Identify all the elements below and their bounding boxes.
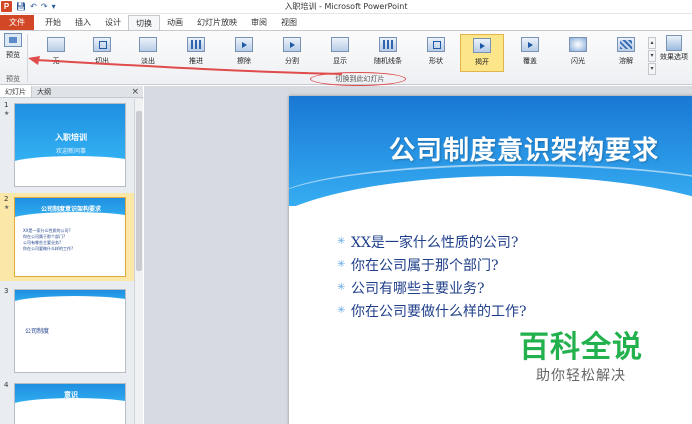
transition-shape[interactable]: 形状: [416, 34, 456, 72]
slide-thumb-2[interactable]: 2 ★ 公司制度意识架构要求 XX是一家什么性质的公司? 你在公司属于那个部门?…: [0, 193, 134, 281]
scrollbar-thumb[interactable]: [136, 111, 142, 271]
gallery-up-icon[interactable]: ▴: [648, 37, 656, 49]
ribbon-tabs: 文件 开始 插入 设计 切换 动画 幻灯片放映 审阅 视图: [0, 14, 692, 30]
watermark: 百科全说 助你轻松解决: [516, 330, 646, 386]
transition-star-icon: ★: [4, 110, 10, 117]
title-bar: P 💾︎ ↶ ↷ ▾ 入职培训 - Microsoft PowerPoint: [0, 0, 692, 14]
transition-thumb-icon: [617, 37, 635, 52]
transition-thumb-icon: [569, 37, 587, 52]
transition-thumb-icon: [187, 37, 205, 52]
slide-thumb-image: 入职培训 欢迎新同事: [14, 103, 126, 187]
tab-design[interactable]: 设计: [98, 15, 128, 30]
bullet-item: ✳ 你在公司属于那个部门?: [337, 257, 499, 274]
slides-pane: 幻灯片 大纲 × 1 ★ 入职培训 欢迎新同事 2 ★ 公司制度意识架构要求 X…: [0, 86, 143, 424]
tab-animations[interactable]: 动画: [160, 15, 190, 30]
tab-home[interactable]: 开始: [38, 15, 68, 30]
preview-button[interactable]: 预览: [2, 33, 24, 71]
bullet-item: ✳ 公司有哪些主要业务?: [337, 280, 485, 297]
tab-outline[interactable]: 大纲: [32, 86, 56, 97]
watermark-sub: 助你轻松解决: [536, 368, 626, 384]
bullet-star-icon: ✳: [337, 305, 346, 316]
transition-uncover[interactable]: 揭开: [460, 34, 504, 72]
transition-thumb-icon: [521, 37, 539, 52]
slide-thumb-4[interactable]: 4 意识: [0, 379, 134, 424]
watermark-main: 百科全说: [519, 330, 643, 365]
transition-thumb-icon: [235, 37, 253, 52]
tab-review[interactable]: 审阅: [244, 15, 274, 30]
transition-flash[interactable]: 闪光: [558, 34, 598, 72]
slide-thumb-image: 意识: [14, 383, 126, 424]
pane-tabs: 幻灯片 大纲 ×: [0, 86, 143, 98]
tab-insert[interactable]: 插入: [68, 15, 98, 30]
close-icon[interactable]: ×: [131, 86, 139, 98]
preview-group-label: 预览: [6, 75, 20, 83]
effect-options-button[interactable]: 效果选项: [657, 33, 691, 77]
transition-thumb-icon: [379, 37, 397, 52]
window-title: 入职培训 - Microsoft PowerPoint: [284, 2, 408, 11]
effect-options-label: 效果选项: [660, 53, 688, 61]
bullet-item: ✳ XX是一家什么性质的公司?: [337, 234, 519, 251]
tab-slides[interactable]: 幻灯片: [0, 86, 32, 97]
transition-thumb-icon: [331, 37, 349, 52]
slide-title[interactable]: 公司制度意识架构要求: [349, 130, 692, 167]
annotation-arrow-icon: [28, 56, 343, 75]
slide-thumb-1[interactable]: 1 ★ 入职培训 欢迎新同事: [0, 99, 134, 191]
slide-thumb-image: 公司制度意识架构要求 XX是一家什么性质的公司? 你在公司属于那个部门? 公司有…: [14, 197, 126, 277]
tab-slideshow[interactable]: 幻灯片放映: [190, 15, 244, 30]
tab-view[interactable]: 视图: [274, 15, 304, 30]
preview-icon: [4, 33, 22, 47]
slide-thumbnails: 1 ★ 入职培训 欢迎新同事 2 ★ 公司制度意识架构要求 XX是一家什么性质的…: [0, 99, 134, 424]
tab-file[interactable]: 文件: [0, 15, 34, 30]
transition-thumb-icon: [47, 37, 65, 52]
transition-thumb-icon: [139, 37, 157, 52]
preview-label: 预览: [6, 51, 20, 59]
transition-thumb-icon: [93, 37, 111, 52]
transition-cover[interactable]: 覆盖: [510, 34, 550, 72]
slide-bullets[interactable]: ✳ XX是一家什么性质的公司? ✳ 你在公司属于那个部门? ✳ 公司有哪些主要业务? …: [337, 230, 692, 322]
bullet-star-icon: ✳: [337, 282, 346, 293]
transition-thumb-icon: [427, 37, 445, 52]
transition-random-bars[interactable]: 随机线条: [368, 34, 408, 72]
bullet-item: ✳ 你在公司要做什么样的工作?: [337, 303, 527, 320]
tab-transitions[interactable]: 切换: [128, 15, 160, 30]
transition-thumb-icon: [283, 37, 301, 52]
transition-star-icon: ★: [4, 204, 10, 211]
gallery-down-icon[interactable]: ▾: [648, 50, 656, 62]
bullet-star-icon: ✳: [337, 236, 346, 247]
effect-options-icon: [666, 35, 682, 51]
gallery-scroll: ▴ ▾ ▾: [648, 37, 656, 75]
slide-thumb-3[interactable]: 3 公司制度: [0, 285, 134, 375]
slide-thumb-image: 公司制度: [14, 289, 126, 373]
bullet-star-icon: ✳: [337, 259, 346, 270]
transition-dissolve[interactable]: 溶解: [606, 34, 646, 72]
transition-thumb-icon: [473, 38, 491, 53]
gallery-more-icon[interactable]: ▾: [648, 63, 656, 75]
pane-scrollbar[interactable]: [134, 99, 143, 424]
